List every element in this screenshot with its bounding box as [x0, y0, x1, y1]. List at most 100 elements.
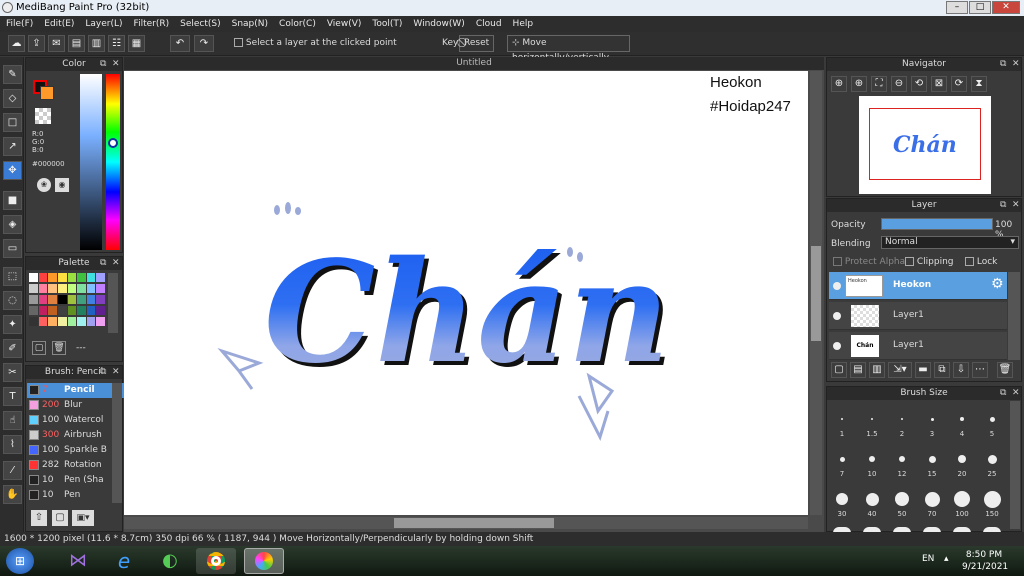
palette-swatch[interactable] [67, 273, 77, 282]
brush-size-dot[interactable] [839, 456, 845, 462]
list-icon[interactable]: ☷ [108, 35, 125, 52]
brush-size-dot[interactable] [930, 417, 934, 421]
menu-view[interactable]: View(V) [327, 19, 362, 29]
palette-swatch[interactable] [96, 273, 105, 282]
layer-row-heokon[interactable]: Heokon Heokon ⚙ [829, 272, 1007, 300]
palette-undock-icon[interactable]: ⧉ [100, 258, 106, 268]
menu-file[interactable]: File(F) [6, 19, 33, 29]
palette-swatch[interactable] [38, 284, 48, 293]
palette-swatch[interactable] [38, 295, 48, 304]
redo-icon[interactable]: ↷ [194, 35, 214, 52]
brush-tool-icon[interactable]: ✎ [3, 65, 22, 84]
brush-size-dot[interactable] [841, 418, 843, 420]
select-layer-checkbox[interactable]: Select a layer at the clicked point [234, 38, 397, 48]
close-button[interactable]: ✕ [992, 1, 1020, 14]
palette-swatch[interactable] [77, 306, 86, 315]
coccoc-icon[interactable]: ◐ [150, 548, 190, 574]
palette-swatch[interactable] [57, 317, 67, 326]
brush-size-dot[interactable] [865, 492, 879, 506]
nav-close-icon[interactable]: ✕ [1012, 59, 1020, 69]
rotate-left-icon[interactable]: ⟲ [911, 76, 927, 92]
palette-swatch[interactable] [67, 295, 77, 304]
horizontal-scrollbar[interactable] [124, 517, 808, 529]
note-icon[interactable]: ▤ [68, 35, 85, 52]
rect-tool-icon[interactable]: □ [3, 113, 22, 132]
palette-close-icon[interactable]: ✕ [112, 258, 120, 268]
hue-slider[interactable] [106, 74, 120, 250]
eyedropper-icon[interactable]: ⌇ [3, 435, 22, 454]
palette-swatch[interactable] [96, 295, 105, 304]
menu-window[interactable]: Window(W) [413, 19, 464, 29]
panel-close-icon[interactable]: ✕ [112, 59, 120, 69]
fill-rect-icon[interactable]: ■ [3, 191, 22, 210]
menu-color[interactable]: Color(C) [279, 19, 316, 29]
brush-size-dot[interactable] [983, 490, 1001, 508]
start-button[interactable]: ⊞ [6, 548, 34, 574]
zoom-out-icon[interactable]: ⊖ [891, 76, 907, 92]
palette-swatch[interactable] [86, 295, 96, 304]
canvas[interactable]: Heokon #Hoidap247 Chán Chán [124, 71, 808, 515]
move-hv-button[interactable]: ⊹ Move horizontally/vertically [507, 35, 630, 63]
layer-row-layer1[interactable]: Layer1 [829, 302, 1007, 330]
palette-swatch[interactable] [29, 284, 38, 293]
brush-size-dot[interactable] [960, 417, 964, 421]
brush-size-dot[interactable] [901, 418, 903, 420]
fit-icon[interactable]: ⛶ [871, 76, 887, 92]
checkbox-icon[interactable] [833, 257, 842, 266]
menu-filter[interactable]: Filter(R) [134, 19, 170, 29]
palette-swatch[interactable] [67, 317, 77, 326]
color-set-icon[interactable]: ◉ [55, 178, 69, 192]
palette-swatch[interactable] [38, 273, 48, 282]
brush-size-dot[interactable] [924, 491, 940, 507]
eraser-tool-icon[interactable]: ◇ [3, 89, 22, 108]
brightness-slider[interactable] [80, 74, 102, 250]
rotate-right-icon[interactable]: ⟳ [951, 76, 967, 92]
zoom-in-icon[interactable]: ⊕ [831, 76, 847, 92]
checkbox-icon[interactable] [965, 257, 974, 266]
menu-help[interactable]: Help [513, 19, 534, 29]
brush-size-dot[interactable] [989, 416, 995, 422]
palette-swatch[interactable] [86, 317, 96, 326]
brush-size-dot[interactable] [836, 493, 848, 505]
layer-menu-icon[interactable]: ⇲▾ [888, 362, 912, 378]
palette-swatch[interactable] [48, 284, 57, 293]
brush-undock-icon[interactable]: ⧉ [100, 367, 106, 377]
dot-tool-icon[interactable]: ↗ [3, 137, 22, 156]
palette-swatch[interactable] [67, 284, 77, 293]
merge-layer-icon[interactable]: ⇩ [953, 362, 969, 378]
delete-palette-icon[interactable]: 🗑 [52, 341, 66, 355]
move-tool-icon[interactable]: ✥ [3, 161, 22, 180]
palette-swatch[interactable] [48, 273, 57, 282]
layer-scrollbar[interactable] [1008, 272, 1020, 360]
reset-button[interactable]: ⃠Reset [459, 35, 495, 52]
palette-scrollbar[interactable] [108, 273, 118, 333]
medibang-icon[interactable] [244, 548, 284, 574]
protect-alpha-checkbox[interactable]: Protect Alpha [833, 257, 905, 267]
nav-undock-icon[interactable]: ⧉ [1000, 59, 1006, 69]
palette-swatch[interactable] [29, 273, 38, 282]
add-brush-icon[interactable]: ⇧ [31, 510, 47, 526]
palette-swatch[interactable] [38, 317, 48, 326]
palette-swatch[interactable] [96, 317, 105, 326]
pen-tool-icon[interactable]: ⁄ [3, 461, 22, 480]
menu-tool[interactable]: Tool(T) [372, 19, 402, 29]
secondary-color-swatch[interactable] [40, 86, 54, 100]
flip-icon[interactable]: ⧗ [971, 76, 987, 92]
hand-tool-icon[interactable]: ✋ [3, 485, 22, 504]
opacity-slider[interactable] [881, 218, 993, 230]
tray-arrow-icon[interactable]: ▴ [944, 554, 949, 564]
palette-swatch[interactable] [96, 306, 105, 315]
clipping-checkbox[interactable]: Clipping [905, 257, 954, 267]
brush-size-dot[interactable] [895, 492, 909, 506]
brush-scrollbar[interactable] [112, 383, 122, 503]
palette-swatch[interactable] [29, 306, 38, 315]
delete-layer-icon[interactable]: 🗑 [997, 362, 1013, 378]
undo-icon[interactable]: ↶ [170, 35, 190, 52]
document-tab[interactable]: Untitled [124, 57, 824, 70]
brush-size-dot[interactable] [899, 456, 905, 462]
brushsize-undock-icon[interactable]: ⧉ [1000, 388, 1006, 398]
checkbox-icon[interactable] [905, 257, 914, 266]
panel-undock-icon[interactable]: ⧉ [100, 59, 106, 69]
layer-undock-icon[interactable]: ⧉ [1000, 200, 1006, 210]
checkbox-icon[interactable] [234, 38, 243, 47]
